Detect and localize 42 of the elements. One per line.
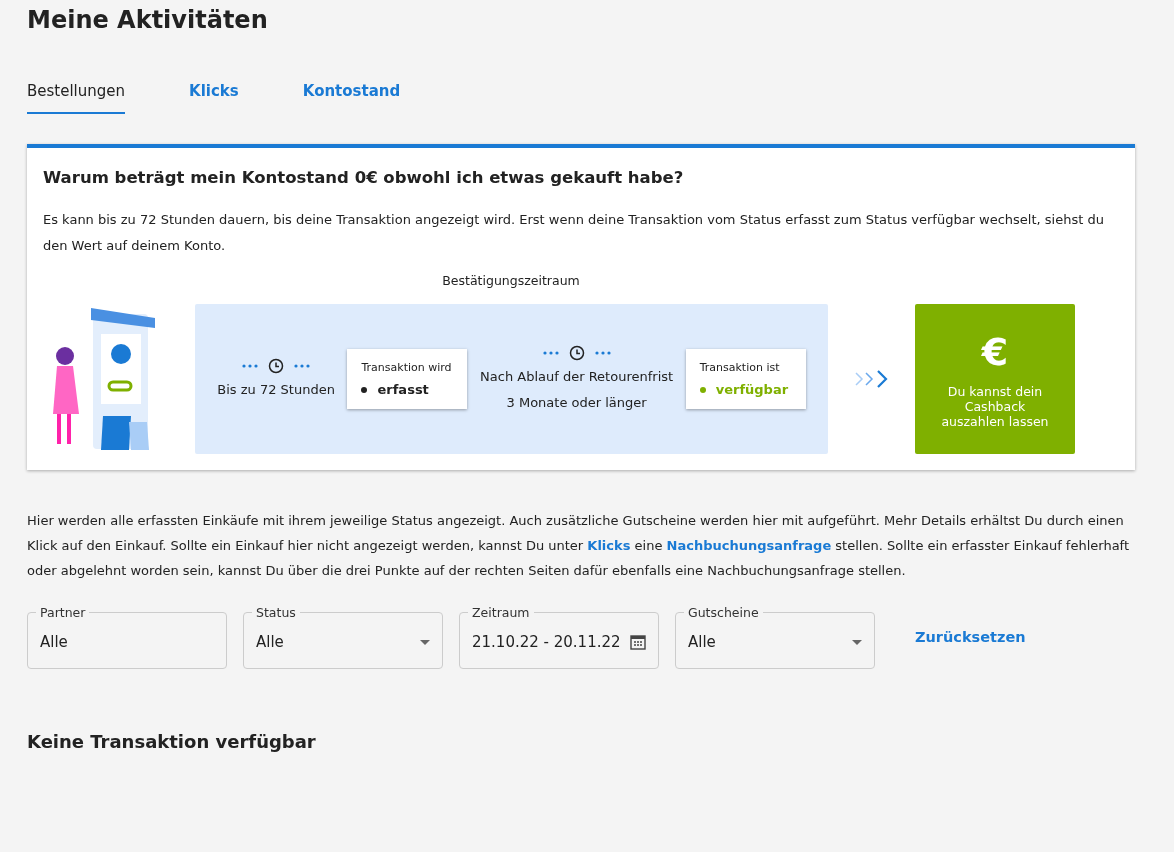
field-label: Status [255,605,297,620]
input-field[interactable]: Partner Alle [27,605,227,669]
tab[interactable]: Klicks [189,82,239,114]
dots-icon [242,364,259,368]
cashback-text: Du kannst dein Cashback auszahlen lassen [940,383,1050,429]
description-text: Hier werden alle erfassten Einkäufe mit ihrem jeweilige Status angezeigt. Auch zusätzliche Gutscheine werden hier mit aufgeführt. Mehr Details erhältst Du durch einen Klick auf den Einkauf. Sollte ein Einkauf hier nicht angezeigt werden, kannst Du unter Klicks eine Nachbuchungsanfrage stellen. Sollte ein erfasster Einkauf fehlerhaft oder abgelehnt worden sein, kannst Du über die drei Punkte auf der rechten Seiten dafür ebenfalls eine Nachbuchungsanfrage stellen. [27,512,1131,580]
field-label: Gutscheine [687,605,760,620]
euro-symbol: € [981,329,1009,374]
status-caption: Transaktion wird [361,361,453,374]
status-caption: Transaktion ist [699,361,781,374]
field-value: Alle [688,633,717,651]
select-field[interactable]: Gutscheine Alle [675,605,875,669]
tab[interactable]: Kontostand [302,82,401,114]
duration-text: Nach Ablauf der Retourenfrist [480,368,674,386]
field-value: Alle [40,633,69,651]
empty-message: Keine Transaktion verfügbar [27,731,317,752]
text-link[interactable]: Nachbuchungsanfrage [666,538,832,553]
caret-icon [852,639,862,645]
page-title: Meine Aktivitäten [27,6,269,34]
tab[interactable]: Bestellungen [27,82,126,114]
card-text: Es kann bis zu 72 Stunden dauern, bis deine Transaktion angezeigt wird. Erst wenn deine Transaktion vom Status erfasst zum Status verfügbar wechselt, siehst du den Wert auf deinem Konto. [43,211,1105,255]
reset-button[interactable]: Zurücksetzen [915,629,1026,645]
field-label: Partner [39,605,87,620]
select-field[interactable]: Status Alle [243,605,443,669]
date-field[interactable]: Zeitraum 21.10.22 - 20.11.22 [459,605,659,669]
field-value: 21.10.22 - 20.11.22 [472,633,622,651]
field-value: Alle [256,633,285,651]
status-value: verfügbar [715,382,789,397]
dots-icon [294,364,311,368]
duration-text: 3 Monate oder länger [506,394,647,412]
dots-icon [594,351,611,355]
status-value: erfasst [377,382,429,397]
field-label: Zeitraum [471,605,531,620]
clock-icon [268,358,285,374]
text-link[interactable]: Klicks [587,538,631,553]
card-title: Warum beträgt mein Kontostand 0€ obwohl ich etwas gekauft habe? [43,168,685,187]
caret-icon [420,639,430,645]
period-label: Bestätigungszeitraum [441,273,581,288]
duration-text: Bis zu 72 Stunden [217,381,335,399]
clock-icon [568,345,585,361]
dots-icon [542,351,559,355]
calendar-icon [630,634,646,650]
